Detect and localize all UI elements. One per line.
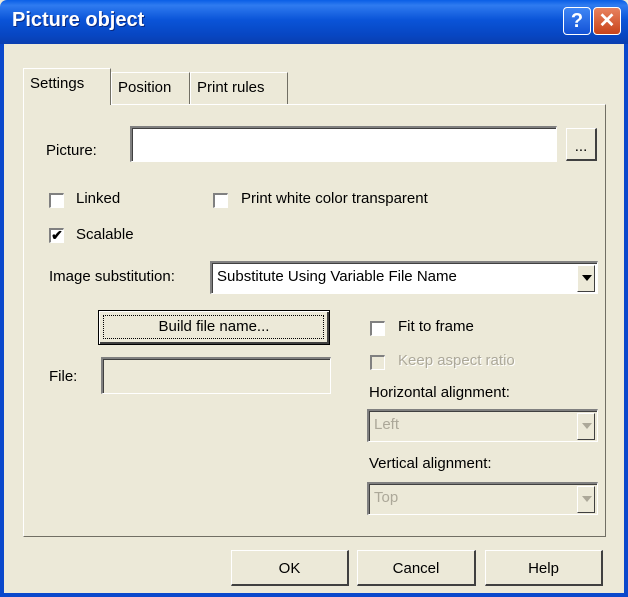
tab-settings[interactable]: Settings <box>23 68 111 105</box>
help-icon[interactable]: ? <box>563 7 591 35</box>
browse-button-label: ... <box>574 138 588 155</box>
print-white-transparent-checkbox[interactable] <box>213 193 228 208</box>
scalable-label: Scalable <box>76 226 134 243</box>
keep-aspect-ratio-label: Keep aspect ratio <box>398 352 515 369</box>
image-substitution-dropdown[interactable]: Substitute Using Variable File Name <box>210 261 598 294</box>
cancel-button-label: Cancel <box>392 560 440 577</box>
ok-button[interactable]: OK <box>231 550 349 586</box>
image-substitution-label: Image substitution: <box>49 268 175 285</box>
horizontal-alignment-dropdown[interactable]: Left <box>367 409 598 442</box>
tab-position[interactable]: Position <box>111 72 190 104</box>
fit-to-frame-label: Fit to frame <box>398 318 474 335</box>
scalable-checkbox[interactable]: ✔ <box>49 228 64 243</box>
focus-ring <box>103 315 324 339</box>
window-title: Picture object <box>12 9 145 31</box>
tab-position-label: Position <box>118 79 172 96</box>
ok-button-label: OK <box>278 560 301 577</box>
horizontal-alignment-label: Horizontal alignment: <box>369 384 510 401</box>
title-bar[interactable]: Picture object ? ✕ <box>0 0 628 44</box>
keep-aspect-ratio-checkbox[interactable] <box>370 355 385 370</box>
picture-label: Picture: <box>46 142 97 159</box>
checkmark-icon: ✔ <box>51 227 63 243</box>
picture-input[interactable] <box>130 126 557 162</box>
chevron-down-icon[interactable] <box>577 413 595 440</box>
linked-label: Linked <box>76 190 121 207</box>
chevron-down-icon[interactable] <box>577 486 595 513</box>
window-frame-right <box>624 44 628 597</box>
tab-print-rules[interactable]: Print rules <box>190 72 288 104</box>
image-substitution-value: Substitute Using Variable File Name <box>217 268 457 285</box>
window-frame-left <box>0 44 4 597</box>
browse-button[interactable]: ... <box>566 128 597 161</box>
print-white-transparent-label: Print white color transparent <box>241 190 428 207</box>
tab-print-rules-label: Print rules <box>197 79 265 96</box>
close-icon[interactable]: ✕ <box>593 7 621 35</box>
build-file-name-button[interactable]: Build file name... <box>98 310 330 345</box>
tab-settings-label: Settings <box>30 75 85 92</box>
vertical-alignment-label: Vertical alignment: <box>369 455 492 472</box>
file-input[interactable] <box>101 357 331 394</box>
linked-checkbox[interactable] <box>49 193 64 208</box>
file-label: File: <box>49 368 78 385</box>
chevron-down-icon[interactable] <box>577 265 595 292</box>
vertical-alignment-value: Top <box>374 489 399 506</box>
help-button-label: Help <box>528 560 559 577</box>
fit-to-frame-checkbox[interactable] <box>370 321 385 336</box>
cancel-button[interactable]: Cancel <box>357 550 476 586</box>
window-frame-bottom <box>0 593 628 597</box>
vertical-alignment-dropdown[interactable]: Top <box>367 482 598 515</box>
help-button[interactable]: Help <box>485 550 603 586</box>
horizontal-alignment-value: Left <box>374 416 400 433</box>
